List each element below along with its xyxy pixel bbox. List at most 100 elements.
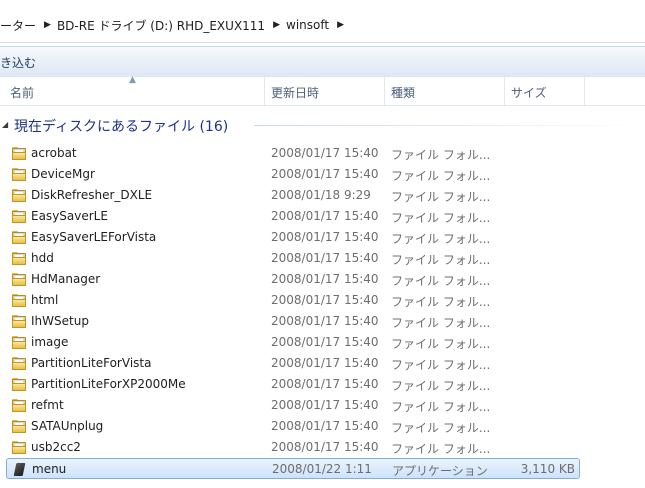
column-divider[interactable]	[264, 77, 265, 105]
folder-icon	[12, 147, 26, 160]
breadcrumb-item-drive[interactable]: BD-RE ドライブ (D:) RHD_EXUX111	[57, 17, 269, 34]
file-date: 2008/01/17 15:40	[271, 335, 379, 349]
file-name: PartitionLiteForXP2000Me	[31, 377, 186, 391]
file-date: 2008/01/17 15:40	[271, 440, 379, 454]
file-row[interactable]: SATAUnplug 2008/01/17 15:40 ファイル フォル...	[6, 416, 580, 437]
column-header-date[interactable]: 更新日時	[271, 84, 319, 101]
column-header-bar: ▲ 名前 更新日時 種類 サイズ	[0, 75, 645, 106]
burn-to-disc-button[interactable]: き込む	[0, 54, 36, 71]
file-row[interactable]: acrobat 2008/01/17 15:40 ファイル フォル...	[6, 143, 580, 164]
file-row[interactable]: HdManager 2008/01/17 15:40 ファイル フォル...	[6, 269, 580, 290]
folder-icon	[12, 294, 26, 307]
file-type: ファイル フォル...	[391, 295, 491, 309]
folder-icon	[12, 336, 26, 349]
file-size: 3,110 KB	[520, 462, 575, 476]
file-name: EasySaverLE	[31, 209, 108, 223]
breadcrumb-item-winsoft[interactable]: winsoft	[286, 18, 333, 32]
file-date: 2008/01/17 15:40	[271, 209, 379, 223]
application-icon	[13, 463, 27, 476]
file-row[interactable]: image 2008/01/17 15:40 ファイル フォル...	[6, 332, 580, 353]
file-name: IhWSetup	[31, 314, 89, 328]
file-type: ファイル フォル...	[391, 400, 491, 414]
file-row[interactable]: PartitionLiteForVista 2008/01/17 15:40 ファイ…	[6, 353, 580, 374]
file-date: 2008/01/17 15:40	[271, 377, 379, 391]
folder-icon	[12, 315, 26, 328]
file-type: ファイル フォル...	[391, 379, 491, 393]
folder-icon	[12, 252, 26, 265]
chevron-right-icon[interactable]: ▶	[333, 20, 350, 30]
file-date: 2008/01/17 15:40	[271, 251, 379, 265]
file-date: 2008/01/17 15:40	[271, 146, 379, 160]
file-type: ファイル フォル...	[391, 148, 491, 162]
file-row[interactable]: DeviceMgr 2008/01/17 15:40 ファイル フォル...	[6, 164, 580, 185]
file-date: 2008/01/17 15:40	[271, 230, 379, 244]
file-name: refmt	[31, 398, 64, 412]
folder-icon	[12, 399, 26, 412]
address-bar[interactable]: ーター ▶ BD-RE ドライブ (D:) RHD_EXUX111 ▶ wins…	[0, 0, 645, 43]
file-row[interactable]: IhWSetup 2008/01/17 15:40 ファイル フォル...	[6, 311, 580, 332]
file-name: acrobat	[31, 146, 77, 160]
file-name: HdManager	[31, 272, 101, 286]
file-row[interactable]: EasySaverLE 2008/01/17 15:40 ファイル フォル...	[6, 206, 580, 227]
folder-icon	[12, 189, 26, 202]
chevron-right-icon[interactable]: ▶	[269, 20, 286, 30]
file-row[interactable]: DiskRefresher_DXLE 2008/01/18 9:29 ファイル フォ…	[6, 185, 580, 206]
file-row[interactable]: refmt 2008/01/17 15:40 ファイル フォル...	[6, 395, 580, 416]
column-header-name[interactable]: 名前	[10, 84, 34, 101]
file-type: ファイル フォル...	[391, 190, 491, 204]
breadcrumb: ーター ▶ BD-RE ドライブ (D:) RHD_EXUX111 ▶ wins…	[0, 14, 350, 36]
folder-icon	[12, 168, 26, 181]
folder-icon	[12, 378, 26, 391]
file-date: 2008/01/17 15:40	[271, 314, 379, 328]
file-row[interactable]: PartitionLiteForXP2000Me 2008/01/17 15:40…	[6, 374, 580, 395]
file-type: ファイル フォル...	[391, 316, 491, 330]
collapse-triangle-icon[interactable]: ◢	[2, 120, 8, 129]
folder-icon	[12, 357, 26, 370]
file-type: ファイル フォル...	[391, 253, 491, 267]
file-type: ファイル フォル...	[391, 211, 491, 225]
group-title[interactable]: 現在ディスクにあるファイル (16)	[14, 116, 228, 136]
file-type: ファイル フォル...	[391, 169, 491, 183]
file-row[interactable]: menu 2008/01/22 1:11 アプリケーション 3,110 KB	[6, 458, 580, 479]
file-type: ファイル フォル...	[391, 232, 491, 246]
file-row[interactable]: EasySaverLEForVista 2008/01/17 15:40 ファイル …	[6, 227, 580, 248]
folder-icon	[12, 231, 26, 244]
file-name: EasySaverLEForVista	[31, 230, 157, 244]
file-type: ファイル フォル...	[391, 421, 491, 435]
file-row[interactable]: hdd 2008/01/17 15:40 ファイル フォル...	[6, 248, 580, 269]
file-type: アプリケーション	[392, 464, 488, 478]
chevron-right-icon[interactable]: ▶	[40, 20, 57, 30]
column-header-type[interactable]: 種類	[391, 84, 415, 101]
breadcrumb-item-computer[interactable]: ーター	[0, 17, 40, 34]
file-name: hdd	[31, 251, 54, 265]
group-divider	[254, 125, 645, 126]
file-date: 2008/01/17 15:40	[271, 398, 379, 412]
file-name: DeviceMgr	[31, 167, 95, 181]
file-row[interactable]: usb2cc2 2008/01/17 15:40 ファイル フォル...	[6, 437, 580, 458]
file-date: 2008/01/17 15:40	[271, 419, 379, 433]
command-toolbar: き込む	[0, 46, 645, 78]
file-name: DiskRefresher_DXLE	[31, 188, 153, 202]
file-type: ファイル フォル...	[391, 274, 491, 288]
file-date: 2008/01/17 15:40	[271, 293, 379, 307]
file-type: ファイル フォル...	[391, 337, 491, 351]
column-divider[interactable]	[384, 77, 385, 105]
file-row[interactable]: html 2008/01/17 15:40 ファイル フォル...	[6, 290, 580, 311]
column-divider[interactable]	[584, 77, 585, 105]
file-type: ファイル フォル...	[391, 442, 491, 456]
folder-icon	[12, 273, 26, 286]
file-type: ファイル フォル...	[391, 358, 491, 372]
file-name: image	[31, 335, 69, 349]
file-date: 2008/01/17 15:40	[271, 167, 379, 181]
column-divider[interactable]	[504, 77, 505, 105]
column-header-size[interactable]: サイズ	[511, 84, 547, 101]
folder-icon	[12, 210, 26, 223]
file-date: 2008/01/17 15:40	[271, 356, 379, 370]
folder-icon	[12, 441, 26, 454]
file-date: 2008/01/18 9:29	[271, 188, 371, 202]
file-name: SATAUnplug	[31, 419, 104, 433]
file-name: usb2cc2	[31, 440, 81, 454]
folder-icon	[12, 420, 26, 433]
file-name: html	[31, 293, 59, 307]
file-name: menu	[32, 462, 67, 476]
